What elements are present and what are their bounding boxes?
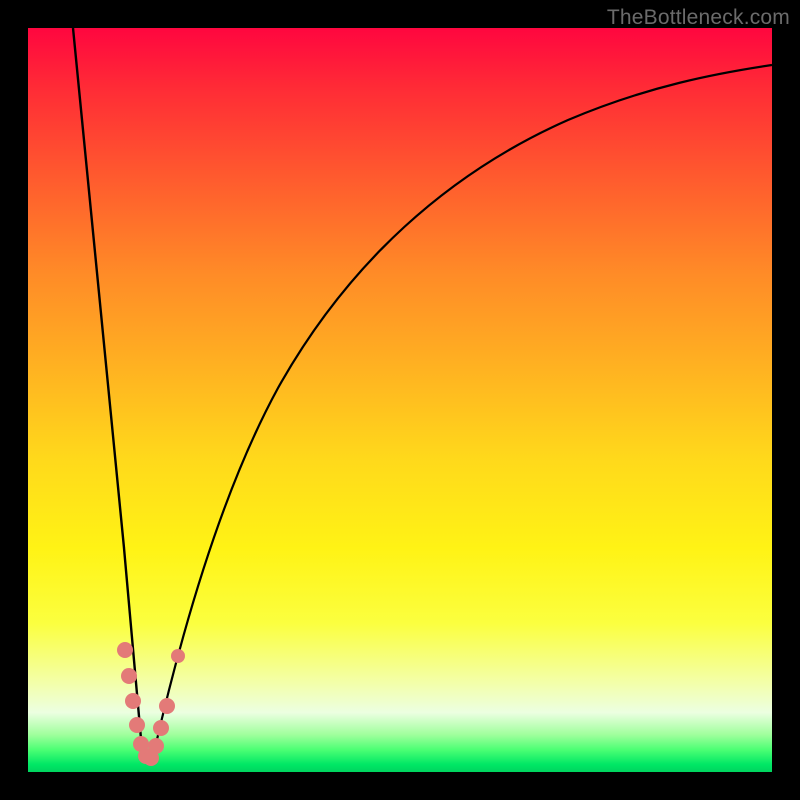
marker-dot	[171, 649, 185, 663]
marker-dot	[129, 717, 145, 733]
marker-dot	[117, 642, 133, 658]
marker-dot	[121, 668, 137, 684]
marker-group	[117, 642, 185, 766]
watermark-text: TheBottleneck.com	[607, 6, 790, 30]
marker-dot	[125, 693, 141, 709]
chart-frame: TheBottleneck.com	[0, 0, 800, 800]
curve-right-branch	[155, 65, 772, 748]
marker-dot	[153, 720, 169, 736]
plot-area	[28, 28, 772, 772]
curve-left-branch	[73, 28, 142, 750]
curve-layer	[28, 28, 772, 772]
marker-dot	[159, 698, 175, 714]
marker-dot	[148, 738, 164, 754]
